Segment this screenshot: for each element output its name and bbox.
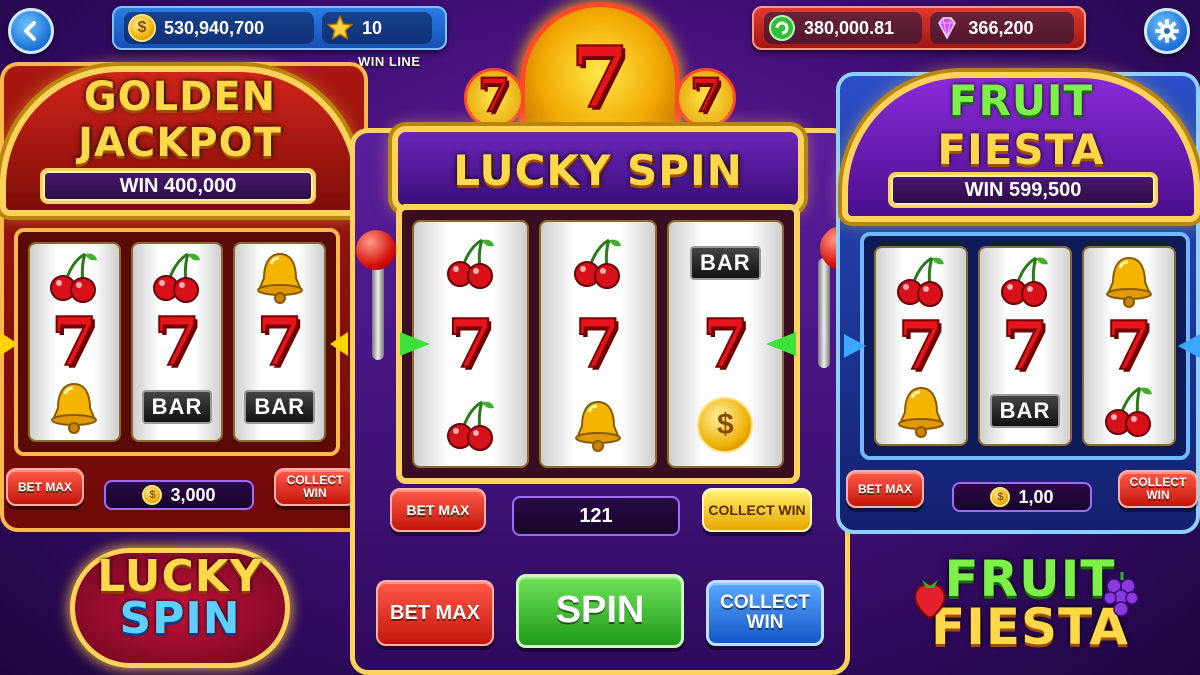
bar-symbol: BAR <box>689 232 761 294</box>
bell-icon <box>890 380 952 442</box>
coin-balance-value: 530,940,700 <box>164 17 265 38</box>
fruit-fiesta-title: FRUIT FIESTA <box>937 76 1105 174</box>
gem-balance: 366,200 <box>930 12 1074 44</box>
bet-value: 3,000 <box>170 484 216 505</box>
bell-icon <box>1098 250 1160 312</box>
coin-icon: $ <box>990 487 1011 507</box>
reel: 7 BAR <box>130 242 224 442</box>
bell-icon <box>249 246 311 308</box>
win-line-value: 10 <box>362 17 383 38</box>
strawberry-icon <box>914 580 946 620</box>
settings-button[interactable] <box>1144 8 1190 54</box>
cherry-icon <box>43 246 105 308</box>
cherry-icon <box>440 394 502 456</box>
spin-button[interactable]: SPIN <box>516 574 684 648</box>
cherry-icon <box>1098 380 1160 442</box>
grape-icon <box>1103 572 1139 617</box>
fruit-fiesta-win-text: WIN 599,500 <box>964 178 1082 201</box>
seven-symbol: 7 <box>153 302 201 381</box>
gem-balance-value: 366,200 <box>968 17 1034 38</box>
reel: 7 BAR <box>978 246 1072 446</box>
lever-knob-left[interactable] <box>356 230 396 270</box>
cherry-icon <box>440 232 502 294</box>
cash-balance-value: 380,000.81 <box>804 17 895 38</box>
side-seven-right-glyph: 7 <box>689 68 723 122</box>
seven-symbol: 7 <box>1105 306 1153 385</box>
cherry-icon <box>146 246 208 308</box>
payline-arrow-right <box>1178 334 1200 358</box>
seven-symbol: 7 <box>256 302 304 381</box>
lever-stick-left <box>372 260 384 360</box>
bet-counter: 121 <box>512 496 680 536</box>
lucky-spin-reels: 7 7 BAR 7 $ <box>396 204 800 484</box>
golden-jackpot-reels: 7 7 BAR 7 BAR <box>14 228 340 456</box>
payline-arrow-left <box>400 332 430 356</box>
cash-icon <box>769 15 795 41</box>
collect-win-button[interactable]: COLLECT WIN <box>702 488 812 532</box>
seven-symbol: 7 <box>574 304 622 383</box>
bottom-bet-max-button[interactable]: BET MAX <box>376 580 494 646</box>
win-line-label: WIN LINE <box>358 54 421 69</box>
cherry-icon <box>567 232 629 294</box>
bar-symbol: BAR <box>989 380 1061 442</box>
bet-value-display: $ 3,000 <box>104 480 254 510</box>
fruit-fiesta-reels: 7 7 BAR 7 <box>860 232 1190 460</box>
gem-icon <box>938 17 957 40</box>
seven-symbol: 7 <box>50 302 98 381</box>
golden-jackpot-title: GOLDEN JACKPOT <box>78 74 282 166</box>
cherry-icon <box>994 250 1056 312</box>
payline-arrow-left <box>844 334 866 358</box>
back-button[interactable] <box>8 8 54 54</box>
payline-arrow-right <box>766 332 796 356</box>
currency-bar-left: $ 530,940,700 10 <box>112 6 447 50</box>
coin-icon: $ <box>128 14 156 42</box>
reel: 7 <box>28 242 121 442</box>
reel: 7 BAR <box>233 242 327 442</box>
seven-symbol: 7 <box>1001 306 1049 385</box>
win-line-counter: 10 <box>322 12 432 44</box>
dollar-coin-icon: $ <box>694 394 756 456</box>
bet-counter-value: 121 <box>579 504 613 527</box>
collect-win-button[interactable]: COLLECT WIN <box>1118 470 1198 508</box>
chevron-left-icon <box>24 21 36 41</box>
seven-symbol: 7 <box>701 304 749 383</box>
bet-max-button[interactable]: BET MAX <box>390 488 486 532</box>
currency-bar-right: 380,000.81 366,200 <box>752 6 1086 50</box>
golden-jackpot-win-text: WIN 400,000 <box>119 174 237 197</box>
bet-max-button[interactable]: BET MAX <box>846 470 924 508</box>
collect-win-button[interactable]: COLLECT WIN <box>274 468 356 506</box>
gear-icon <box>1155 19 1179 43</box>
bet-max-button[interactable]: BET MAX <box>6 468 84 506</box>
bell-icon <box>567 394 629 456</box>
seven-symbol: 7 <box>447 304 495 383</box>
bar-symbol: BAR <box>141 376 213 438</box>
bet-value: 1,00 <box>1018 486 1054 507</box>
cherry-icon <box>890 250 952 312</box>
cash-balance: 380,000.81 <box>764 12 923 44</box>
lever-stick-right <box>818 258 830 368</box>
top-seven: 7 <box>570 28 630 127</box>
coin-icon: $ <box>142 485 163 505</box>
coin-balance: $ 530,940,700 <box>124 12 314 44</box>
golden-jackpot-win-plate: WIN 400,000 <box>40 168 316 204</box>
reel: 7 <box>874 246 968 446</box>
reel: 7 <box>1082 246 1176 446</box>
fruit-fiesta-win-plate: WIN 599,500 <box>888 172 1158 208</box>
star-icon <box>326 14 354 40</box>
seven-symbol: 7 <box>897 306 945 385</box>
bottom-collect-win-button[interactable]: COLLECT WIN <box>706 580 824 646</box>
lucky-spin-logo-text: LUCKY SPIN <box>97 551 263 644</box>
payline-arrow-right <box>330 332 348 356</box>
bet-value-display: $ 1,00 <box>952 482 1092 512</box>
reel: 7 <box>539 220 657 468</box>
bar-symbol: BAR <box>244 376 316 438</box>
lucky-spin-title: LUCKY SPIN <box>453 146 743 195</box>
bell-icon <box>43 376 105 438</box>
payline-arrow-left <box>0 332 18 356</box>
side-seven-left-glyph: 7 <box>477 68 511 122</box>
